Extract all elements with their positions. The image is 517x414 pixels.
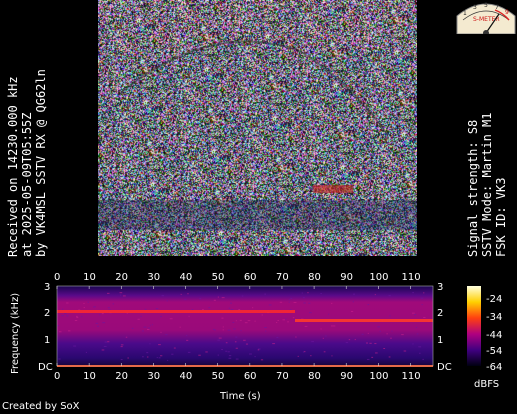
y-tick: 3 [437, 282, 443, 293]
reception-caption: Received on 14230.000 kHz at 2025-05-09T… [6, 69, 48, 257]
credit-text: Created by SoX [2, 401, 80, 412]
y-tick: 1 [44, 335, 50, 346]
x-tick: 20 [115, 371, 128, 382]
s-meter-digit: 5 [484, 2, 488, 9]
s-meter-digit: 9 [505, 9, 509, 16]
caption-frequency: Received on 14230.000 kHz [6, 76, 20, 257]
x-tick: 50 [212, 272, 225, 283]
s-meter-digit: 7 [495, 4, 499, 11]
sstv-image [98, 0, 417, 256]
x-tick: 0 [54, 371, 60, 382]
x-tick: 40 [180, 371, 193, 382]
colorbar-unit: dBFS [474, 379, 499, 390]
spectrogram-plot [57, 286, 433, 366]
x-tick: 50 [212, 371, 225, 382]
caption-fsk-id: FSK ID: VK3 [494, 177, 508, 257]
caption-sstv-mode: SSTV Mode: Martin M1 [480, 112, 494, 258]
y-tick: 3 [44, 282, 50, 293]
caption-signal-strength: Signal strength: S8 [466, 119, 480, 257]
x-tick: 70 [276, 371, 289, 382]
x-tick: 100 [369, 371, 388, 382]
s-meter-digit: 1 [463, 10, 467, 17]
y-tick: DC [437, 362, 452, 373]
colorbar [467, 286, 481, 366]
spectrogram: 3 2 1 DC 3 2 1 DC Frequency (kHz) 0 10 20 3… [10, 272, 502, 402]
x-tick: 110 [402, 272, 421, 283]
x-tick: 90 [340, 272, 353, 283]
colorbar-tick: -34 [486, 312, 502, 323]
signal-caption: Signal strength: S8 SSTV Mode: Martin M1… [466, 113, 508, 258]
s-meter-icon: 1 3 5 7 9 S-METER [456, 2, 516, 34]
x-axis-label: Time (s) [219, 391, 261, 402]
x-tick: 30 [147, 272, 160, 283]
s-meter-digit: 3 [473, 4, 477, 11]
trace-segment-1 [57, 310, 295, 313]
x-tick: 90 [340, 371, 353, 382]
caption-receiver: by VK4MSL SSTV RX @ QG62ln [34, 69, 48, 257]
x-tick: 30 [147, 371, 160, 382]
y-tick: 1 [437, 335, 443, 346]
x-tick: 80 [308, 371, 321, 382]
x-tick: 60 [244, 371, 257, 382]
x-tick: 60 [244, 272, 257, 283]
x-tick: 80 [308, 272, 321, 283]
y-axis-label: Frequency (kHz) [10, 293, 21, 374]
colorbar-tick: -24 [486, 294, 502, 305]
x-tick: 10 [83, 272, 96, 283]
x-tick: 70 [276, 272, 289, 283]
caption-timestamp: at 2025-05-09T05:55Z [20, 112, 34, 258]
trace-segment-2 [295, 319, 433, 322]
y-tick: 2 [437, 308, 443, 319]
x-tick: 40 [180, 272, 193, 283]
x-tick: 20 [115, 272, 128, 283]
y-tick: 2 [44, 308, 50, 319]
colorbar-tick: -44 [486, 330, 502, 341]
x-tick: 100 [369, 272, 388, 283]
x-tick: 10 [83, 371, 96, 382]
x-tick: 0 [54, 272, 60, 283]
colorbar-tick: -64 [486, 362, 502, 373]
x-tick: 110 [402, 371, 421, 382]
colorbar-tick: -54 [486, 346, 502, 357]
y-tick: DC [38, 362, 53, 373]
